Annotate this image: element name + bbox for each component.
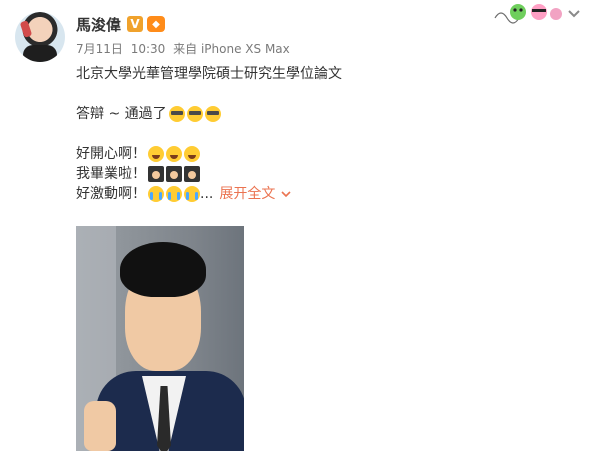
- post-photo[interactable]: [76, 226, 244, 451]
- sunglasses-emoji-icon: [204, 106, 221, 122]
- decoration-sticker-icon: [494, 4, 562, 24]
- verified-v-icon: V: [127, 16, 144, 32]
- crying-emoji-icon: [148, 186, 164, 202]
- post-menu-chevron-icon[interactable]: [565, 4, 583, 22]
- expand-full-text-link[interactable]: 展开全文: [219, 184, 291, 204]
- author-avatar[interactable]: [15, 12, 65, 62]
- content-line-2: 答辯 ~ 通過了: [76, 104, 576, 124]
- laugh-emoji-icon: [148, 146, 164, 162]
- post-date[interactable]: 7月11日: [76, 42, 123, 56]
- gift-icon[interactable]: ◆: [147, 16, 166, 32]
- weibo-post-card: 馬浚偉 V ◆ 7月11日 10:30 来自 iPhone XS Max 北京大…: [0, 0, 600, 456]
- photo-hair: [120, 242, 206, 297]
- content-line-5-text: 好激動啊！: [76, 186, 146, 202]
- avatar-shirt: [23, 45, 57, 62]
- content-line-3: 好開心啊！: [76, 144, 576, 164]
- avatar-hand-sign: [19, 20, 33, 38]
- sunglasses-emoji-icon: [186, 106, 203, 122]
- content-ellipsis: ...: [200, 186, 214, 202]
- content-line-1: 北京大學光華管理學院碩士研究生學位論文: [76, 66, 342, 82]
- author-row: 馬浚偉 V ◆: [76, 13, 166, 35]
- crying-emoji-icon: [184, 186, 200, 202]
- post-meta: 7月11日 10:30 来自 iPhone XS Max: [76, 40, 294, 57]
- author-name[interactable]: 馬浚偉: [76, 14, 121, 35]
- graduate-emoji-icon: [184, 166, 200, 182]
- graduate-emoji-icon: [166, 166, 182, 182]
- content-line-4: 我畢業啦！: [76, 164, 576, 184]
- expand-full-text-label[interactable]: 展开全文: [219, 184, 275, 204]
- content-line-4-text: 我畢業啦！: [76, 166, 146, 182]
- post-time[interactable]: 10:30: [131, 42, 166, 56]
- laugh-emoji-icon: [166, 146, 182, 162]
- content-line-3-text: 好開心啊！: [76, 146, 146, 162]
- content-line-5: 好激動啊！ ... 展开全文: [76, 184, 576, 204]
- graduate-emoji-icon: [148, 166, 164, 182]
- post-source: 来自 iPhone XS Max: [173, 42, 290, 56]
- chevron-down-icon[interactable]: [281, 189, 291, 199]
- photo-hand: [84, 401, 116, 451]
- laugh-emoji-icon: [184, 146, 200, 162]
- post-content: 北京大學光華管理學院碩士研究生學位論文 答辯 ~ 通過了 好開心啊！ 我畢業啦！…: [76, 64, 576, 204]
- sunglasses-emoji-icon: [168, 106, 185, 122]
- crying-emoji-icon: [166, 186, 182, 202]
- content-line-2-text: 答辯 ~ 通過了: [76, 106, 167, 122]
